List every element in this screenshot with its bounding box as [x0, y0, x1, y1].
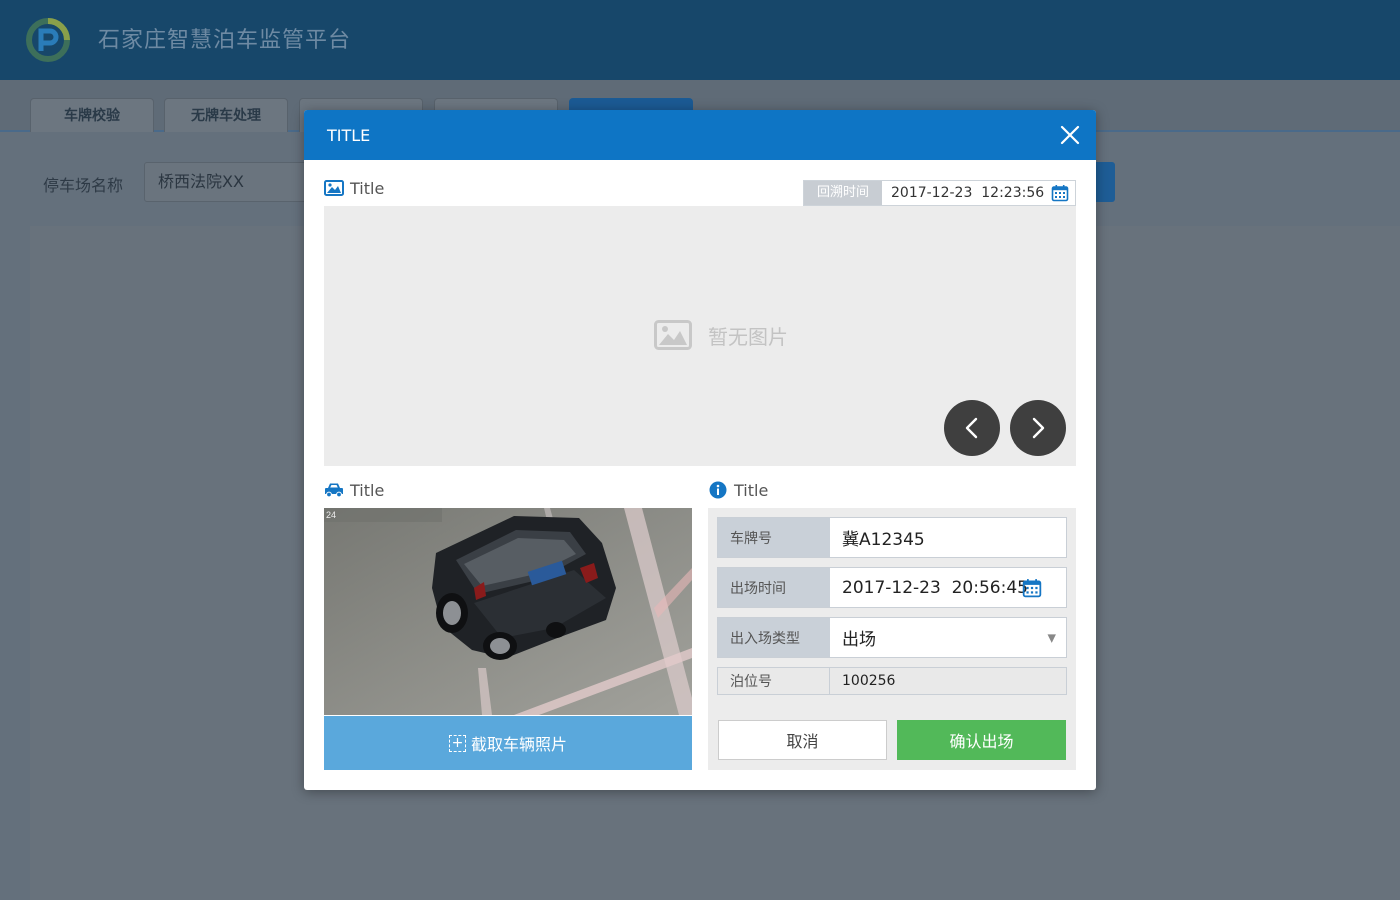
svg-text:24: 24 [326, 510, 336, 520]
trace-time-value[interactable]: 2017-12-23 12:23:56 [882, 181, 1045, 205]
parking-lot-label: 停车场名称 [43, 176, 124, 195]
vehicle-photo: 24 [324, 508, 692, 715]
image-placeholder-icon [654, 320, 692, 350]
entry-exit-type-row: 出入场类型 出场 ▼ [717, 617, 1067, 658]
caret-down-icon: ▼ [1047, 631, 1056, 644]
no-image-text: 暂无图片 [708, 324, 788, 349]
image-section-header: Title [324, 178, 384, 198]
vehicle-section-title: Title [350, 480, 385, 500]
chevron-left-icon [965, 417, 978, 439]
confirm-exit-button[interactable]: 确认出场 [897, 720, 1066, 760]
trace-time-label: 回溯时间 [804, 181, 882, 205]
info-section-title: Title [734, 480, 769, 500]
car-icon [324, 480, 344, 500]
logo-icon [26, 18, 70, 62]
crop-add-icon: + [448, 734, 466, 752]
exit-time-field[interactable]: 2017-12-23 20:56:45 [830, 568, 1066, 607]
info-section-header: Title [708, 480, 768, 500]
picture-icon [324, 178, 344, 198]
plate-input[interactable]: 冀A12345 [830, 518, 1066, 557]
entry-exit-type-select[interactable]: 出场 ▼ [830, 618, 1066, 657]
app-title: 石家庄智慧泊车监管平台 [98, 28, 352, 53]
calendar-icon[interactable] [1022, 578, 1042, 598]
modal-header: TITLE [304, 110, 1096, 160]
exit-time-value: 2017-12-23 20:56:45 [842, 577, 1028, 598]
cancel-button[interactable]: 取消 [718, 720, 887, 760]
image-section-title: Title [350, 178, 385, 198]
no-image-placeholder: 暂无图片 [654, 320, 788, 350]
berth-value: 100256 [842, 673, 896, 689]
tab-plate-check[interactable]: 车牌校验 [30, 98, 154, 132]
vehicle-section-header: Title [324, 480, 384, 500]
exit-time-label: 出场时间 [718, 568, 830, 607]
capture-photo-button[interactable]: + 截取车辆照片 [324, 716, 692, 770]
plate-row: 车牌号 冀A12345 [717, 517, 1067, 558]
close-icon[interactable] [1059, 124, 1081, 146]
info-icon [708, 480, 728, 500]
prev-image-button[interactable] [944, 400, 1000, 456]
trace-time-field[interactable]: 回溯时间 2017-12-23 12:23:56 [803, 180, 1076, 206]
app-header: 石家庄智慧泊车监管平台 [0, 0, 1400, 80]
entry-exit-type-label: 出入场类型 [718, 618, 830, 657]
info-panel: 车牌号 冀A12345 出场时间 2017-12-23 20:56:45 出入场… [708, 508, 1076, 770]
image-viewer: 暂无图片 [324, 206, 1076, 466]
calendar-icon[interactable] [1045, 181, 1075, 205]
parking-lot-input[interactable]: 桥西法院XX [144, 162, 314, 202]
chevron-right-icon [1032, 417, 1045, 439]
exit-modal: TITLE Title 回溯时间 2017-12-23 12:23:56 暂无图… [304, 110, 1096, 790]
entry-exit-type-value: 出场 [842, 630, 876, 650]
berth-row: 泊位号 100256 [717, 667, 1067, 695]
modal-title: TITLE [327, 126, 371, 145]
berth-label: 泊位号 [718, 668, 830, 694]
plate-label: 车牌号 [718, 518, 830, 557]
next-image-button[interactable] [1010, 400, 1066, 456]
tab-unlicensed[interactable]: 无牌车处理 [164, 98, 288, 132]
exit-time-row: 出场时间 2017-12-23 20:56:45 [717, 567, 1067, 608]
capture-photo-label: 截取车辆照片 [470, 735, 567, 754]
